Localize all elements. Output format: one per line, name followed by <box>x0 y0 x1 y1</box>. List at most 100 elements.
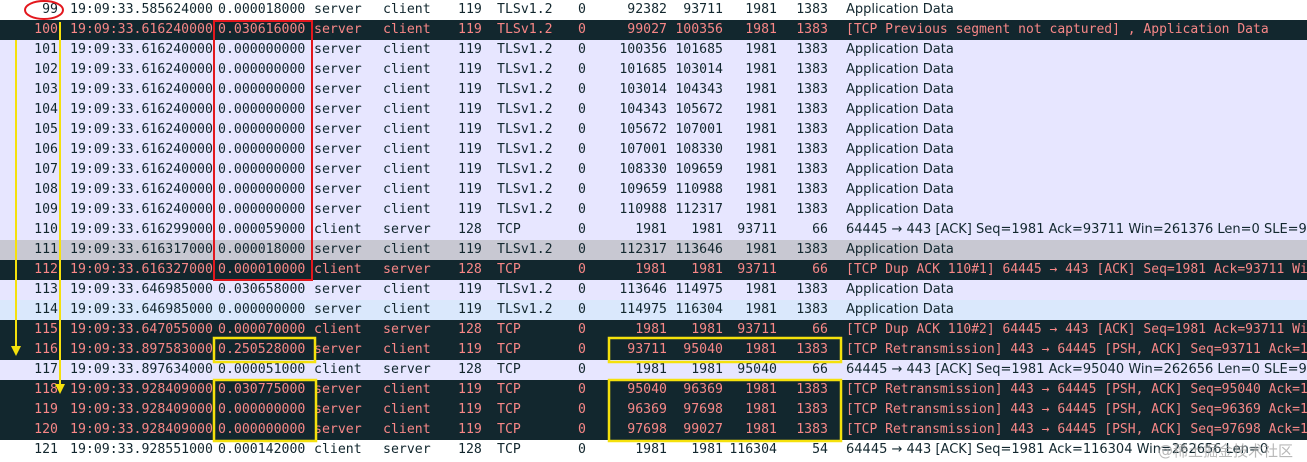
cell-len: 119 <box>458 302 482 317</box>
cell-dst: client <box>383 162 431 177</box>
cell-time: 19:09:33.616299000 <box>70 222 213 237</box>
cell-len: 128 <box>458 222 482 237</box>
cell-no: 114 <box>34 302 58 317</box>
packet-row[interactable]: 106 19:09:33.616240000 0.000000000 server cl… <box>0 140 1307 160</box>
cell-zero: 0 <box>578 242 586 257</box>
cell-zero: 0 <box>578 222 586 237</box>
cell-zero: 0 <box>578 282 586 297</box>
cell-dst: server <box>383 442 431 457</box>
cell-time: 19:09:33.616327000 <box>70 262 213 277</box>
cell-zero: 0 <box>578 322 586 337</box>
packet-row[interactable]: 109 19:09:33.616240000 0.000000000 server cl… <box>0 200 1307 220</box>
cell-len: 119 <box>458 102 482 117</box>
cell-dst: client <box>383 82 431 97</box>
cell-len: 119 <box>458 122 482 137</box>
packet-row[interactable]: 119 19:09:33.928409000 0.000000000 server cl… <box>0 400 1307 420</box>
packet-row[interactable]: 110 19:09:33.616299000 0.000059000 client se… <box>0 220 1307 240</box>
cell-ack: 1981 <box>745 182 777 197</box>
packet-row[interactable]: 111 19:09:33.616317000 0.000018000 server cl… <box>0 240 1307 260</box>
cell-dst: client <box>383 102 431 117</box>
cell-nseq: 1981 <box>691 442 723 457</box>
cell-src: server <box>314 82 362 97</box>
cell-zero: 0 <box>578 442 586 457</box>
cell-delta: 0.000000000 <box>218 182 306 197</box>
cell-win: 1383 <box>796 42 828 57</box>
cell-proto: TCP <box>497 262 521 277</box>
packet-row[interactable]: 99 19:09:33.585624000 0.000018000 server cli… <box>0 0 1307 20</box>
packet-row[interactable]: 107 19:09:33.616240000 0.000000000 server cl… <box>0 160 1307 180</box>
cell-ack: 95040 <box>737 362 777 377</box>
cell-len: 119 <box>458 202 482 217</box>
packet-row[interactable]: 112 19:09:33.616327000 0.000010000 client se… <box>0 260 1307 280</box>
packet-row[interactable]: 118 19:09:33.928409000 0.030775000 server cl… <box>0 380 1307 400</box>
cell-src: server <box>314 2 362 17</box>
cell-time: 19:09:33.616240000 <box>70 202 213 217</box>
cell-nseq: 1981 <box>691 322 723 337</box>
packet-row[interactable]: 105 19:09:33.616240000 0.000000000 server cl… <box>0 120 1307 140</box>
cell-nseq: 103014 <box>675 62 723 77</box>
cell-seq: 110988 <box>619 202 667 217</box>
cell-src: server <box>314 402 362 417</box>
packet-row[interactable]: 113 19:09:33.646985000 0.030658000 server cl… <box>0 280 1307 300</box>
cell-win: 1383 <box>796 242 828 257</box>
cell-len: 119 <box>458 2 482 17</box>
cell-win: 1383 <box>796 202 828 217</box>
cell-nseq: 105672 <box>675 102 723 117</box>
cell-dst: client <box>383 2 431 17</box>
cell-info: Application Data <box>846 202 954 217</box>
packet-row[interactable]: 104 19:09:33.616240000 0.000000000 server cl… <box>0 100 1307 120</box>
cell-dst: client <box>383 422 431 437</box>
cell-seq: 105672 <box>619 122 667 137</box>
packet-row[interactable]: 117 19:09:33.897634000 0.000051000 client se… <box>0 360 1307 380</box>
packet-row[interactable]: 115 19:09:33.647055000 0.000070000 client se… <box>0 320 1307 340</box>
cell-proto: TLSv1.2 <box>497 102 553 117</box>
cell-seq: 114975 <box>619 302 667 317</box>
cell-delta: 0.000000000 <box>218 142 306 157</box>
cell-zero: 0 <box>578 402 586 417</box>
cell-delta: 0.030658000 <box>218 282 306 297</box>
packet-row[interactable]: 121 19:09:33.928551000 0.000142000 client se… <box>0 440 1307 460</box>
cell-no: 111 <box>34 242 58 257</box>
cell-time: 19:09:33.928551000 <box>70 442 213 457</box>
cell-proto: TCP <box>497 342 521 357</box>
cell-info: [TCP Dup ACK 110#2] 64445 → 443 [ACK] Se… <box>846 322 1307 337</box>
cell-time: 19:09:33.616240000 <box>70 122 213 137</box>
cell-seq: 97698 <box>627 422 667 437</box>
packet-row[interactable]: 101 19:09:33.616240000 0.000000000 server cl… <box>0 40 1307 60</box>
cell-nseq: 107001 <box>675 122 723 137</box>
cell-len: 119 <box>458 62 482 77</box>
cell-no: 116 <box>34 342 58 357</box>
cell-time: 19:09:33.647055000 <box>70 322 213 337</box>
cell-dst: client <box>383 302 431 317</box>
packet-row[interactable]: 108 19:09:33.616240000 0.000000000 server cl… <box>0 180 1307 200</box>
cell-dst: client <box>383 342 431 357</box>
cell-src: server <box>314 122 362 137</box>
cell-dst: client <box>383 242 431 257</box>
cell-len: 119 <box>458 82 482 97</box>
cell-nseq: 1981 <box>691 362 723 377</box>
cell-win: 66 <box>812 222 828 237</box>
cell-time: 19:09:33.616240000 <box>70 82 213 97</box>
cell-len: 119 <box>458 402 482 417</box>
cell-proto: TCP <box>497 362 521 377</box>
cell-ack: 1981 <box>745 102 777 117</box>
cell-nseq: 96369 <box>683 382 723 397</box>
cell-no: 107 <box>34 162 58 177</box>
packet-row[interactable]: 120 19:09:33.928409000 0.000000000 server cl… <box>0 420 1307 440</box>
cell-time: 19:09:33.616240000 <box>70 62 213 77</box>
cell-src: client <box>314 262 362 277</box>
packet-row[interactable]: 103 19:09:33.616240000 0.000000000 server cl… <box>0 80 1307 100</box>
cell-delta: 0.000142000 <box>218 442 306 457</box>
cell-proto: TCP <box>497 222 521 237</box>
packet-row[interactable]: 114 19:09:33.646985000 0.000000000 server cl… <box>0 300 1307 320</box>
cell-win: 1383 <box>796 402 828 417</box>
cell-proto: TLSv1.2 <box>497 282 553 297</box>
packet-row[interactable]: 100 19:09:33.616240000 0.030616000 server cl… <box>0 20 1307 40</box>
cell-proto: TLSv1.2 <box>497 62 553 77</box>
packet-row[interactable]: 102 19:09:33.616240000 0.000000000 server cl… <box>0 60 1307 80</box>
cell-nseq: 114975 <box>675 282 723 297</box>
cell-win: 1383 <box>796 422 828 437</box>
cell-delta: 0.000000000 <box>218 302 306 317</box>
packet-row[interactable]: 116 19:09:33.897583000 0.250528000 server cl… <box>0 340 1307 360</box>
cell-delta: 0.030616000 <box>218 22 306 37</box>
